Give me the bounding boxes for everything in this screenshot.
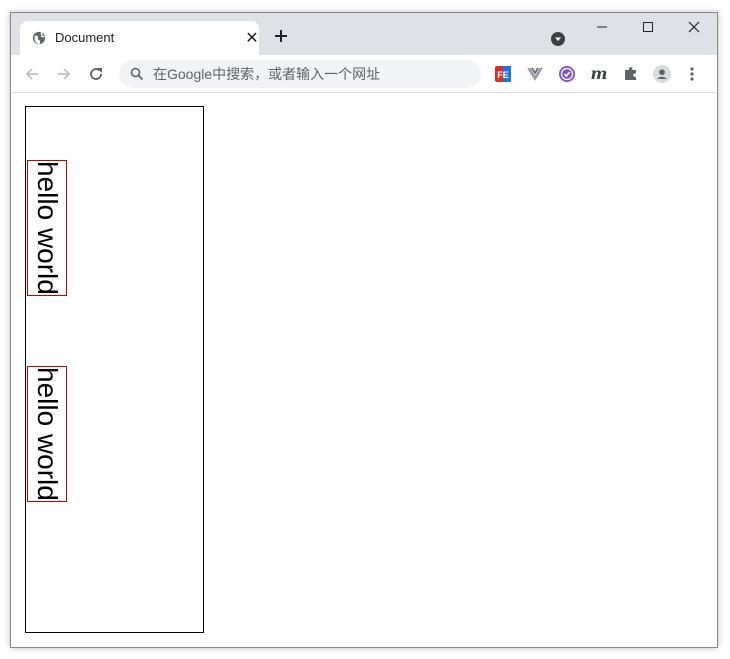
checkmark-badge-icon[interactable] (558, 65, 576, 83)
vue-devtools-icon[interactable] (526, 65, 544, 83)
tab-title: Document (55, 30, 115, 45)
tab-close-button[interactable]: ✕ (244, 30, 260, 46)
vertical-text-box: hello world (27, 366, 67, 502)
back-icon[interactable] (23, 65, 41, 83)
forward-icon[interactable] (55, 65, 73, 83)
page-content: hello world hello world (11, 93, 717, 647)
vertical-text-box: hello world (27, 160, 67, 296)
globe-icon (32, 31, 46, 45)
address-bar-placeholder: 在Google中搜索，或者输入一个网址 (153, 66, 381, 82)
tab-document[interactable]: Document ✕ (20, 21, 259, 55)
address-bar[interactable]: 在Google中搜索，或者输入一个网址 (119, 60, 481, 88)
title-bar: Document ✕ (11, 13, 717, 55)
search-icon (130, 67, 144, 81)
puzzle-icon[interactable] (622, 65, 640, 83)
reload-icon[interactable] (87, 65, 105, 83)
close-icon[interactable] (687, 20, 701, 34)
more-menu-icon[interactable] (687, 65, 697, 83)
plus-icon[interactable] (273, 28, 289, 44)
minimize-icon[interactable] (595, 20, 609, 34)
maximize-icon[interactable] (641, 20, 655, 34)
browser-toolbar: 在Google中搜索，或者输入一个网址 FE m (11, 55, 717, 93)
m-extension-icon[interactable]: m (590, 65, 608, 83)
browser-window: Document ✕ 在Google中搜索，或者输入一个网址 FE m hell… (10, 12, 718, 648)
chevron-down-circle-icon[interactable] (550, 31, 566, 47)
profile-avatar-icon[interactable] (653, 65, 671, 83)
fe-helper-icon[interactable]: FE (494, 65, 512, 83)
svg-text:FE: FE (497, 70, 509, 80)
svg-text:m: m (591, 65, 608, 83)
outer-box: hello world hello world (25, 106, 204, 633)
